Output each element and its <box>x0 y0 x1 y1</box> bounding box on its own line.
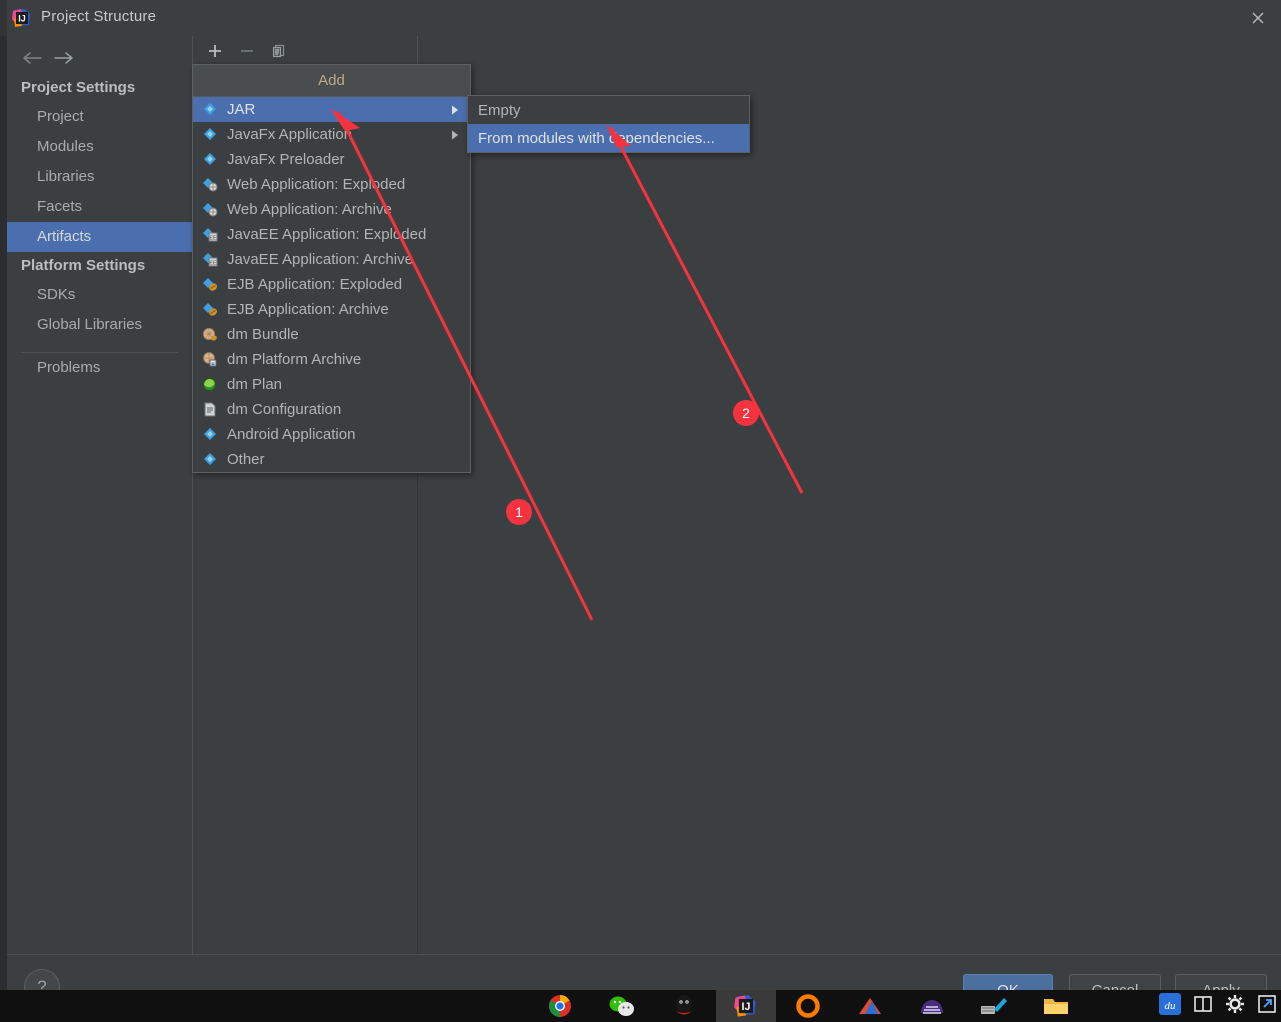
add-menu-item-dm-plan[interactable]: dm Plan <box>193 372 470 397</box>
taskbar-item-matlab[interactable] <box>840 990 900 1022</box>
add-menu-item-label: JAR <box>227 101 256 118</box>
windows-taskbar: IJ du <box>0 990 1281 1022</box>
svg-text:du: du <box>1165 1000 1177 1012</box>
ime-icon[interactable] <box>1193 994 1213 1019</box>
svg-text:IJ: IJ <box>742 1001 751 1013</box>
add-artifact-menu: Add JAR JavaFx Application JavaFx Preloade… <box>192 64 471 473</box>
web-artifact-icon <box>201 202 223 218</box>
annotation-marker-2: 2 <box>733 400 759 426</box>
navigation-arrows <box>11 44 191 74</box>
add-menu-item-label: Web Application: Archive <box>227 201 392 218</box>
add-menu-item-android-application[interactable]: Android Application <box>193 422 470 447</box>
add-menu-item-label: dm Configuration <box>227 401 342 418</box>
add-menu-item-other[interactable]: Other <box>193 447 470 472</box>
dm-platform-archive-icon <box>201 351 223 368</box>
web-artifact-icon <box>201 177 223 193</box>
taskbar-item-firefox-like[interactable] <box>778 990 838 1022</box>
settings-sidebar: Project Settings Project Modules Librari… <box>7 36 192 954</box>
artifact-diamond-icon <box>201 127 223 143</box>
add-menu-item-label: EJB Application: Exploded <box>227 276 403 293</box>
sidebar-list: Project Settings Project Modules Librari… <box>7 74 192 383</box>
add-menu-item-web-application-exploded[interactable]: Web Application: Exploded <box>193 172 470 197</box>
add-menu-item-dm-configuration[interactable]: dm Configuration <box>193 397 470 422</box>
system-tray: du <box>1159 990 1277 1022</box>
add-menu-item-label: JavaFx Preloader <box>227 151 345 168</box>
baidu-du-icon[interactable]: du <box>1159 992 1181 1020</box>
copy-icon[interactable] <box>265 39 293 63</box>
close-icon[interactable] <box>1235 0 1281 36</box>
taskbar-item-tool[interactable] <box>964 990 1024 1022</box>
sidebar-item-libraries[interactable]: Libraries <box>7 162 192 192</box>
svg-text:EE: EE <box>209 260 217 266</box>
add-menu-item-dm-bundle[interactable]: dm Bundle <box>193 322 470 347</box>
svg-text:IJ: IJ <box>18 14 26 24</box>
add-menu-item-label: EJB Application: Archive <box>227 301 389 318</box>
ejb-artifact-icon <box>201 302 223 318</box>
arrow-left-icon[interactable] <box>15 44 49 72</box>
settings-gear-icon[interactable] <box>1225 994 1245 1019</box>
dm-bundle-icon <box>201 327 223 343</box>
dm-plan-globe-icon <box>201 377 223 393</box>
taskbar-item-chrome[interactable] <box>530 990 590 1022</box>
add-menu-item-label: dm Bundle <box>227 326 299 343</box>
annotation-marker-1: 1 <box>506 499 532 525</box>
sidebar-item-modules[interactable]: Modules <box>7 132 192 162</box>
background-window-strip-inner <box>0 36 7 990</box>
taskbar-item-folder[interactable] <box>1026 990 1086 1022</box>
taskbar-item-wechat[interactable] <box>592 990 652 1022</box>
add-menu-title: Add <box>193 65 470 97</box>
artifact-diamond-icon <box>201 102 223 118</box>
minus-icon[interactable] <box>233 39 261 63</box>
taskbar-item-intellij[interactable]: IJ <box>716 990 776 1022</box>
sidebar-group-header-project-settings: Project Settings <box>21 79 136 96</box>
add-menu-item-ejb-application-exploded[interactable]: EJB Application: Exploded <box>193 272 470 297</box>
add-menu-item-javafx-preloader[interactable]: JavaFx Preloader <box>193 147 470 172</box>
add-menu-item-label: dm Platform Archive <box>227 351 362 368</box>
expand-icon[interactable] <box>1257 994 1277 1019</box>
add-menu-item-label: Android Application <box>227 426 356 443</box>
page-title: Project Structure <box>41 8 157 25</box>
ejb-artifact-icon <box>201 277 223 293</box>
sidebar-item-artifacts[interactable]: Artifacts <box>7 222 192 252</box>
dialog-button-bar: ? OK Cancel Apply <box>7 954 1281 1006</box>
artifacts-toolbar <box>193 36 1281 65</box>
add-menu-item-ejb-application-archive[interactable]: EJB Application: Archive <box>193 297 470 322</box>
add-menu-item-label: JavaEE Application: Archive <box>227 251 413 268</box>
add-menu-item-jar[interactable]: JAR <box>193 97 470 122</box>
sidebar-item-project[interactable]: Project <box>7 102 192 132</box>
add-menu-item-label: JavaFx Application <box>227 126 353 143</box>
title-bar: IJ Project Structure <box>7 0 1281 36</box>
submenu-item-from-modules-with-dependencies[interactable]: From modules with dependencies... <box>468 124 749 152</box>
submenu-item-empty[interactable]: Empty <box>468 96 749 124</box>
intellij-idea-logo-icon: IJ <box>11 7 33 29</box>
taskbar-item-book[interactable] <box>902 990 962 1022</box>
add-menu-item-javaee-application-exploded[interactable]: EE JavaEE Application: Exploded <box>193 222 470 247</box>
add-menu-item-label: Other <box>227 451 265 468</box>
add-menu-item-label: Web Application: Exploded <box>227 176 406 193</box>
add-menu-item-javaee-application-archive[interactable]: EE JavaEE Application: Archive <box>193 247 470 272</box>
artifact-diamond-icon <box>201 427 223 443</box>
dm-configuration-doc-icon <box>201 402 223 418</box>
jar-submenu: Empty From modules with dependencies... <box>467 95 750 153</box>
sidebar-group-header-platform-settings: Platform Settings <box>21 257 146 274</box>
sidebar-item-facets[interactable]: Facets <box>7 192 192 222</box>
add-menu-item-javafx-application[interactable]: JavaFx Application <box>193 122 470 147</box>
sidebar-item-global-libraries[interactable]: Global Libraries <box>7 310 192 340</box>
arrow-right-icon[interactable] <box>47 44 81 72</box>
artifact-diamond-icon <box>201 452 223 468</box>
javaee-artifact-icon: EE <box>201 227 223 243</box>
sidebar-item-sdks[interactable]: SDKs <box>7 280 192 310</box>
add-menu-item-dm-platform-archive[interactable]: dm Platform Archive <box>193 347 470 372</box>
add-menu-item-web-application-archive[interactable]: Web Application: Archive <box>193 197 470 222</box>
toolbar-separator <box>417 36 418 65</box>
taskbar-item-qq[interactable] <box>654 990 714 1022</box>
add-menu-item-list: JAR JavaFx Application JavaFx Preloader Web… <box>193 97 470 472</box>
add-menu-item-label: JavaEE Application: Exploded <box>227 226 427 243</box>
add-menu-item-label: dm Plan <box>227 376 283 393</box>
sidebar-item-problems[interactable]: Problems <box>7 353 192 383</box>
artifact-diamond-icon <box>201 152 223 168</box>
svg-text:EE: EE <box>209 235 217 241</box>
plus-icon[interactable] <box>201 39 229 63</box>
javaee-artifact-icon: EE <box>201 252 223 268</box>
